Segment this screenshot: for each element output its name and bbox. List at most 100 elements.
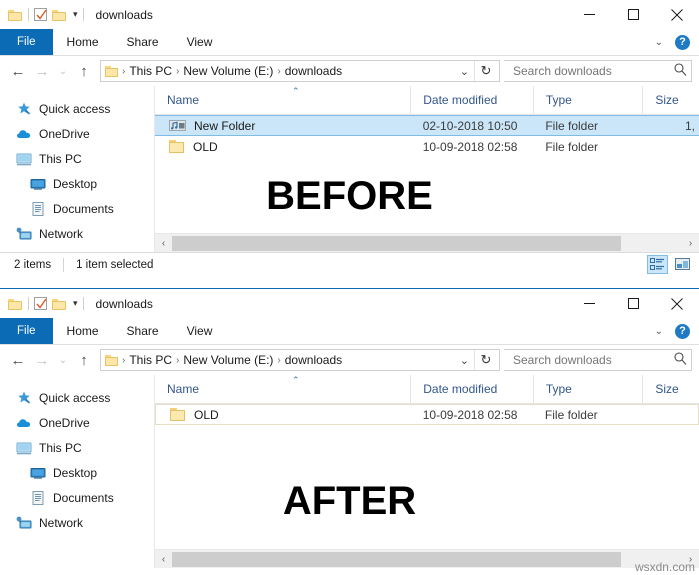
up-button[interactable]: ↑ xyxy=(73,60,95,82)
column-header-size[interactable]: Size xyxy=(642,86,699,114)
sidebar-item-label: This PC xyxy=(39,440,82,455)
new-folder-icon[interactable] xyxy=(52,298,67,310)
properties-checkbox-icon[interactable] xyxy=(34,8,47,21)
recent-locations-button[interactable]: ⌄ xyxy=(55,60,71,82)
sidebar-item-quick-access[interactable]: Quick access xyxy=(0,96,154,121)
explorer-window-after: ▾ downloads File Home Share View ⌄ ? ← → xyxy=(0,288,699,575)
title-bar: ▾ downloads xyxy=(0,0,699,29)
column-header-date-modified[interactable]: Date modified xyxy=(410,375,533,403)
maximize-button[interactable] xyxy=(611,289,655,318)
sidebar-item-onedrive[interactable]: OneDrive xyxy=(0,121,154,146)
file-type-cell: File folder xyxy=(545,118,599,133)
tab-share[interactable]: Share xyxy=(113,29,173,55)
scroll-left-arrow-icon[interactable]: ‹ xyxy=(155,550,172,568)
explorer-window-before: ▾ downloads File Home Share View ⌄ ? ← → xyxy=(0,0,699,286)
address-bar[interactable]: › This PC › New Volume (E:) › downloads … xyxy=(100,349,500,371)
scrollbar-track[interactable] xyxy=(172,550,682,568)
customize-toolbar-caret-icon[interactable]: ▾ xyxy=(73,299,78,308)
tab-file[interactable]: File xyxy=(0,318,53,344)
column-header-name[interactable]: Name ⌃ xyxy=(155,86,410,114)
column-header-type[interactable]: Type xyxy=(532,375,643,403)
navigation-pane: Quick access OneDrive This PC Desktop Do… xyxy=(0,375,155,568)
sidebar-item-network[interactable]: Network xyxy=(0,221,154,246)
back-button[interactable]: ← xyxy=(7,349,29,371)
forward-button[interactable]: → xyxy=(31,349,53,371)
help-icon[interactable]: ? xyxy=(675,34,690,50)
table-row[interactable]: OLD 10-09-2018 02:58 File folder xyxy=(155,136,699,157)
sidebar-item-quick-access[interactable]: Quick access xyxy=(0,385,154,410)
breadcrumb-downloads[interactable]: downloads xyxy=(282,64,345,78)
chevron-down-icon[interactable]: ⌄ xyxy=(651,37,667,48)
maximize-button[interactable] xyxy=(611,0,655,29)
column-headers: Name ⌃ Date modified Type Size xyxy=(155,86,699,115)
details-view-icon[interactable] xyxy=(647,255,668,274)
chevron-down-icon[interactable]: ⌄ xyxy=(651,326,667,337)
folder-icon[interactable] xyxy=(8,298,23,310)
tab-home[interactable]: Home xyxy=(53,318,113,344)
search-icon[interactable] xyxy=(674,63,687,79)
breadcrumb-downloads[interactable]: downloads xyxy=(282,353,345,367)
properties-checkbox-icon[interactable] xyxy=(34,297,47,310)
close-button[interactable] xyxy=(655,0,699,29)
toolbar-divider xyxy=(28,297,29,310)
horizontal-scrollbar[interactable]: ‹ › xyxy=(155,233,699,252)
scrollbar-thumb[interactable] xyxy=(172,551,621,567)
breadcrumb-this-pc[interactable]: This PC xyxy=(126,353,175,367)
forward-button[interactable]: → xyxy=(31,60,53,82)
ribbon-right-controls: ⌄ ? xyxy=(651,29,695,55)
minimize-button[interactable] xyxy=(567,289,611,318)
tab-home[interactable]: Home xyxy=(53,29,113,55)
monitor-icon xyxy=(16,440,32,456)
sidebar-item-label: OneDrive xyxy=(39,126,90,141)
recent-locations-button[interactable]: ⌄ xyxy=(55,349,71,371)
folder-icon[interactable] xyxy=(8,9,23,21)
minimize-button[interactable] xyxy=(567,0,611,29)
ribbon-tabs: File Home Share View ⌄ ? xyxy=(0,318,699,345)
column-headers: Name ⌃ Date modified Type Size xyxy=(155,375,699,404)
column-header-name[interactable]: Name ⌃ xyxy=(155,375,410,403)
search-icon[interactable] xyxy=(674,352,687,368)
sidebar-item-this-pc[interactable]: This PC xyxy=(0,435,154,460)
breadcrumb-new-volume[interactable]: New Volume (E:) xyxy=(180,353,276,367)
customize-toolbar-caret-icon[interactable]: ▾ xyxy=(73,10,78,19)
close-button[interactable] xyxy=(655,289,699,318)
scroll-left-arrow-icon[interactable]: ‹ xyxy=(155,234,172,252)
scrollbar-thumb[interactable] xyxy=(172,235,621,251)
tab-share[interactable]: Share xyxy=(113,318,173,344)
file-name-label: OLD xyxy=(194,407,219,422)
search-box[interactable] xyxy=(504,349,692,371)
column-header-type[interactable]: Type xyxy=(532,86,643,114)
help-icon[interactable]: ? xyxy=(675,323,690,339)
column-header-name-label: Name xyxy=(167,382,200,396)
status-selection: 1 item selected xyxy=(76,259,154,271)
search-box[interactable] xyxy=(504,60,692,82)
refresh-button[interactable]: ↻ xyxy=(474,350,497,370)
breadcrumb-this-pc[interactable]: This PC xyxy=(126,64,175,78)
search-input[interactable] xyxy=(511,352,674,368)
address-bar[interactable]: › This PC › New Volume (E:) › downloads … xyxy=(100,60,500,82)
large-icons-view-icon[interactable] xyxy=(672,255,693,274)
scroll-right-arrow-icon[interactable]: › xyxy=(682,234,699,252)
breadcrumb-new-volume[interactable]: New Volume (E:) xyxy=(180,64,276,78)
sidebar-item-onedrive[interactable]: OneDrive xyxy=(0,410,154,435)
address-dropdown-caret-icon[interactable]: ⌄ xyxy=(455,65,474,78)
refresh-button[interactable]: ↻ xyxy=(474,61,497,81)
table-row[interactable]: New Folder 02-10-2018 10:50 File folder … xyxy=(155,115,699,136)
column-header-date-modified[interactable]: Date modified xyxy=(410,86,533,114)
tab-view[interactable]: View xyxy=(173,318,227,344)
column-header-size[interactable]: Size xyxy=(642,375,699,403)
new-folder-icon[interactable] xyxy=(52,9,67,21)
back-button[interactable]: ← xyxy=(7,60,29,82)
sidebar-item-this-pc[interactable]: This PC xyxy=(0,146,154,171)
sidebar-item-label: OneDrive xyxy=(39,415,90,430)
scrollbar-track[interactable] xyxy=(172,234,682,252)
address-dropdown-caret-icon[interactable]: ⌄ xyxy=(455,354,474,367)
tab-file[interactable]: File xyxy=(0,29,53,55)
column-header-name-label: Name xyxy=(167,93,200,107)
horizontal-scrollbar[interactable]: ‹ › xyxy=(155,549,699,568)
toolbar-divider xyxy=(28,8,29,21)
search-input[interactable] xyxy=(511,63,674,79)
tab-view[interactable]: View xyxy=(173,29,227,55)
table-row[interactable]: OLD 10-09-2018 02:58 File folder xyxy=(155,404,699,425)
up-button[interactable]: ↑ xyxy=(73,349,95,371)
